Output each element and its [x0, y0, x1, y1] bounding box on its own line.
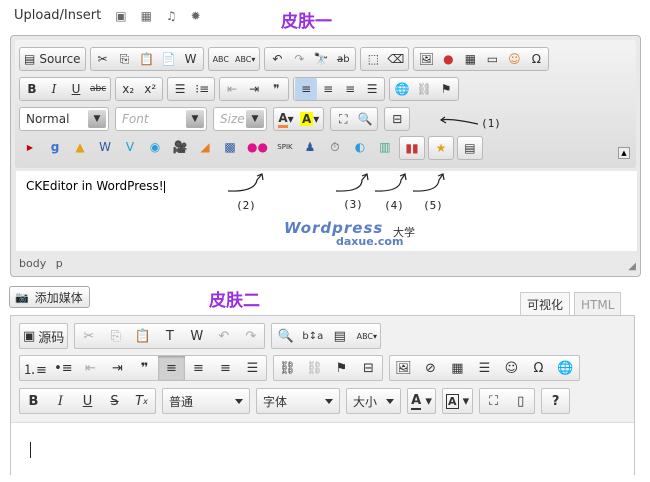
chevron-down-icon	[386, 398, 394, 404]
editor2-content-area[interactable]	[11, 422, 634, 482]
align-center2-icon[interactable]: ≡	[185, 356, 212, 380]
style2-group: B I U S Tx	[19, 388, 156, 414]
chevron-down-icon	[235, 398, 243, 404]
cut2-icon[interactable]: ✂	[75, 324, 102, 348]
hr2-icon[interactable]: ☰	[471, 356, 498, 380]
outdent2-icon[interactable]: ⇤	[77, 356, 104, 380]
align-left2-icon[interactable]: ≡	[157, 356, 185, 380]
redo2-icon[interactable]: ↷	[237, 324, 264, 348]
numbered-list2-icon[interactable]: ⒈≡	[20, 356, 50, 380]
format2-value: 普通	[169, 394, 194, 409]
tinymce-skin2: ▣ 源码 ✂ ⎘ 📋 T W ↶ ↷ 🔍 b↕a ▤ ABC▾ ⒈≡ •≡ ⇤ ⇥…	[10, 315, 635, 482]
text-color2-icon: A	[411, 392, 422, 410]
font2-select[interactable]: 字体	[256, 388, 340, 414]
annotation-2: (2)	[236, 199, 256, 212]
arrow-3	[335, 173, 368, 192]
copy2-icon[interactable]: ⎘	[102, 324, 129, 348]
text-color2-button[interactable]: A ▾	[408, 389, 435, 413]
source2-button[interactable]: ▣ 源码	[20, 324, 67, 348]
link2-icon[interactable]: ⛓	[274, 356, 301, 380]
camera-icon: 📷	[15, 290, 29, 304]
arrow-1	[441, 118, 479, 125]
fullscreen2-icon[interactable]: ⛶	[480, 389, 507, 413]
paste2-icon[interactable]: 📋	[129, 324, 156, 348]
preview2-icon[interactable]: ▯	[507, 389, 534, 413]
bold2-button[interactable]: B	[20, 389, 47, 413]
italic2-button[interactable]: I	[47, 389, 74, 413]
annotation-3: (3)	[343, 198, 363, 211]
size2-select[interactable]: 大小	[346, 388, 401, 414]
strike2-button[interactable]: S	[101, 389, 128, 413]
annotation-1: (1)	[481, 117, 501, 130]
help2-icon[interactable]: ?	[542, 389, 569, 413]
add-media-button[interactable]: 📷 添加媒体	[9, 286, 90, 308]
flash2-icon[interactable]: ⊘	[417, 356, 444, 380]
toolbar2-row-2: ⒈≡ •≡ ⇤ ⇥ ❞ ≡ ≡ ≡ ☰ ⛓ ⛓ ⚑ ⊟ 🖼 ⊘ ▦ ☰ ☺ Ω …	[19, 355, 580, 381]
paste-word2-icon[interactable]: W	[183, 324, 210, 348]
toolbar2-row-1: ▣ 源码 ✂ ⎘ 📋 T W ↶ ↷ 🔍 b↕a ▤ ABC▾	[19, 323, 382, 349]
justify2-icon[interactable]: ☰	[239, 356, 266, 380]
smiley2-icon[interactable]: ☺	[498, 356, 525, 380]
add-media-label: 添加媒体	[34, 290, 83, 305]
chevron-down-icon	[325, 398, 333, 404]
annotation-4: (4)	[384, 199, 404, 212]
spellcheck2-icon[interactable]: ABC▾	[353, 324, 380, 348]
color2-group: A ▾	[407, 388, 436, 414]
help2-group: ?	[541, 388, 571, 414]
align-right2-icon[interactable]: ≡	[212, 356, 239, 380]
skin2-label: 皮肤二	[209, 291, 260, 311]
select-all2-icon[interactable]: ▤	[326, 324, 353, 348]
tools2-group: ⛶ ▯	[479, 388, 536, 414]
clipboard2-group: ✂ ⎘ 📋 T W ↶ ↷	[74, 323, 266, 349]
source2-icon: ▣	[23, 328, 36, 344]
arrow-5	[412, 173, 444, 192]
size2-value: 大小	[353, 394, 378, 409]
bg-color2-icon: A	[446, 393, 459, 409]
list2-group: ⒈≡ •≡ ⇤ ⇥ ❞ ≡ ≡ ≡ ☰	[19, 355, 267, 381]
replace2-icon[interactable]: b↕a	[299, 324, 326, 348]
text-cursor	[30, 442, 31, 458]
table2-icon[interactable]: ▦	[444, 356, 471, 380]
toolbar2-row-3: B I U S Tx 普通 字体 大小 A ▾ A ▾ ⛶ ▯ ?	[19, 388, 571, 414]
search2-icon[interactable]: 🔍	[272, 324, 299, 348]
arrow-2	[227, 173, 263, 192]
annotation-5: (5)	[423, 199, 443, 212]
tab-visual[interactable]: 可视化	[520, 292, 571, 316]
arrow-4	[374, 173, 406, 192]
bullet-list2-icon[interactable]: •≡	[50, 356, 77, 380]
special-char2-icon[interactable]: Ω	[525, 356, 552, 380]
bgcolor2-group: A ▾	[442, 388, 474, 414]
undo2-icon[interactable]: ↶	[210, 324, 237, 348]
find2-group: 🔍 b↕a ▤ ABC▾	[271, 323, 382, 349]
page-break2-icon[interactable]: ⊟	[355, 356, 382, 380]
image2-icon[interactable]: 🖼	[390, 356, 417, 380]
blockquote2-icon[interactable]: ❞	[131, 356, 158, 380]
globe2-icon[interactable]: 🌐	[552, 356, 579, 380]
tab-html[interactable]: HTML	[574, 292, 622, 316]
indent2-icon[interactable]: ⇥	[104, 356, 131, 380]
clear-format2-button[interactable]: Tx	[128, 389, 155, 413]
font2-value: 字体	[263, 394, 288, 409]
format2-select[interactable]: 普通	[162, 388, 250, 414]
unlink2-icon[interactable]: ⛓	[301, 356, 328, 380]
bg-color2-button[interactable]: A ▾	[443, 389, 472, 413]
source2-group: ▣ 源码	[19, 323, 69, 349]
link2-group: ⛓ ⛓ ⚑ ⊟	[272, 355, 383, 381]
anchor2-icon[interactable]: ⚑	[328, 356, 355, 380]
paste-text2-icon[interactable]: T	[156, 324, 183, 348]
underline2-button[interactable]: U	[74, 389, 101, 413]
source2-label: 源码	[38, 330, 65, 346]
insert2-group: 🖼 ⊘ ▦ ☰ ☺ Ω 🌐	[388, 355, 580, 381]
